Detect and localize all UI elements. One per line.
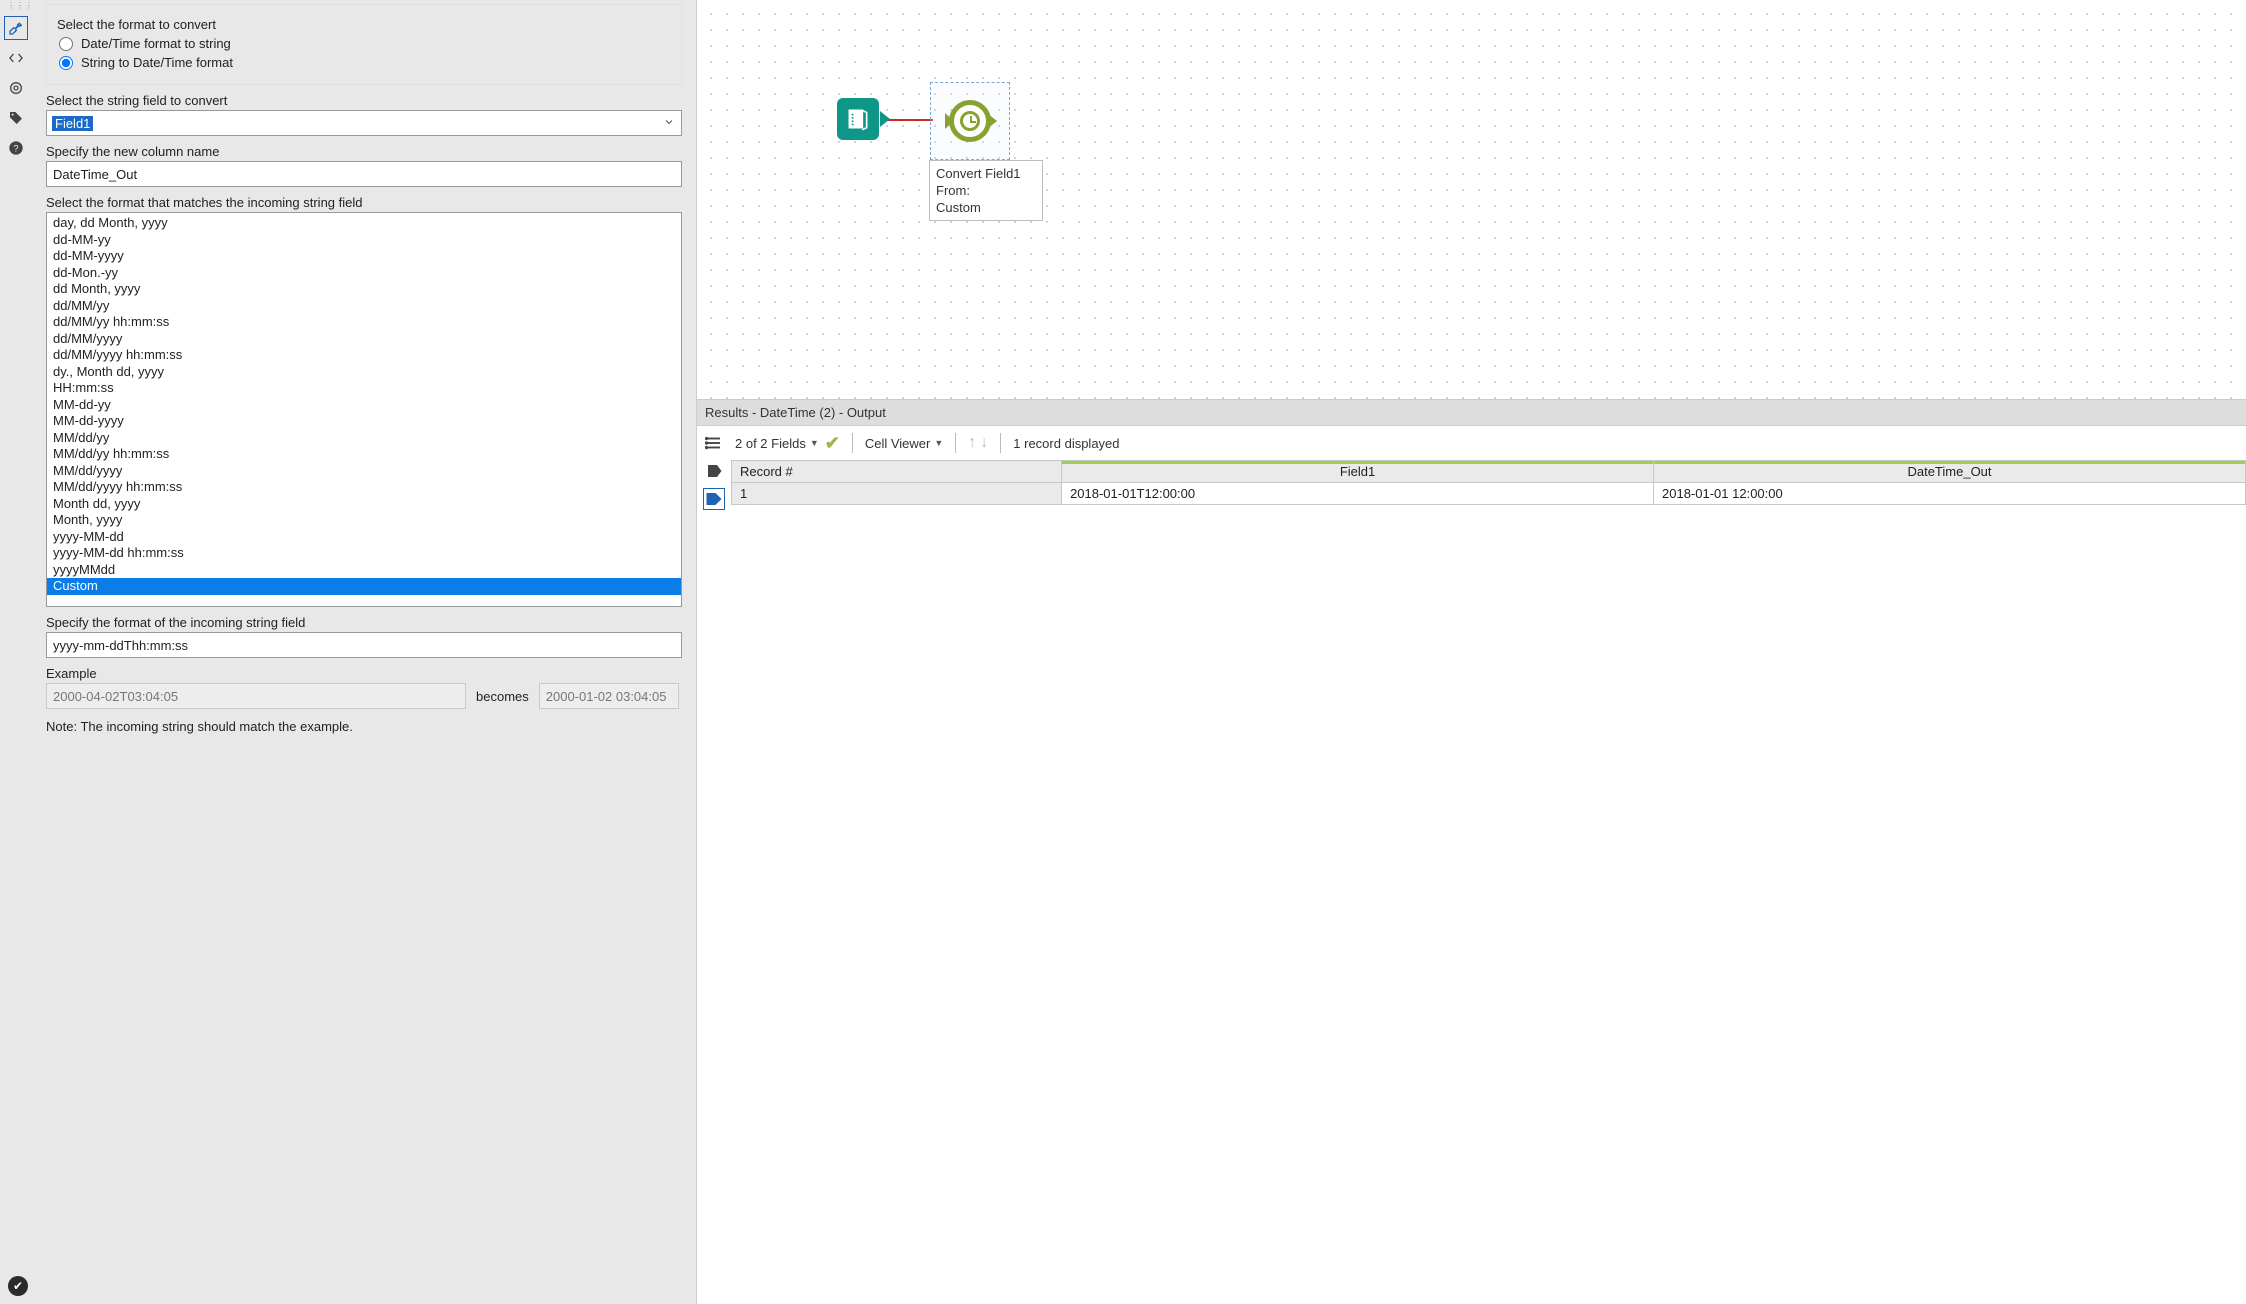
selection-box — [930, 82, 1010, 160]
connection-wire[interactable] — [884, 119, 933, 121]
format-option[interactable]: Month dd, yyyy — [47, 496, 681, 513]
results-table: Record # Field1 DateTime_Out 1 2018-01-0… — [731, 460, 2246, 505]
format-option[interactable]: MM-dd-yyyy — [47, 413, 681, 430]
text-input-tool-icon — [837, 98, 879, 140]
text-input-tool-node[interactable] — [837, 98, 879, 140]
example-output-readonly: 2000-01-02 03:04:05 — [539, 683, 679, 709]
cell-field1: 2018-01-01T12:00:00 — [1062, 483, 1654, 505]
config-icon-rail: ⋮⋮⋮ ? — [0, 0, 32, 1304]
cell-out: 2018-01-01 12:00:00 — [1654, 483, 2246, 505]
format-option[interactable]: dd-MM-yyyy — [47, 248, 681, 265]
results-header: Results - DateTime (2) - Output — [697, 400, 2246, 426]
format-option[interactable]: yyyy-MM-dd hh:mm:ss — [47, 545, 681, 562]
help-icon[interactable]: ? — [4, 136, 28, 160]
col-header-record[interactable]: Record # — [732, 461, 1062, 483]
new-column-input[interactable] — [46, 161, 682, 187]
format-option[interactable]: yyyyMMdd — [47, 562, 681, 579]
radio-string-to-dt-label[interactable]: String to Date/Time format — [81, 55, 233, 70]
output-anchor-icon[interactable] — [880, 111, 890, 127]
select-format-label: Select the format to convert — [57, 17, 671, 32]
cell-viewer-dropdown[interactable]: Cell Viewer ▼ — [865, 436, 943, 451]
caret-down-icon: ▼ — [934, 438, 943, 448]
datetime-tool-icon — [949, 100, 991, 142]
node-annotation-line2: From: — [936, 182, 1036, 199]
messages-icon[interactable] — [703, 432, 725, 454]
format-option[interactable]: dd-Mon.-yy — [47, 265, 681, 282]
field-dropdown[interactable]: Field1 — [46, 110, 682, 136]
format-option[interactable]: MM/dd/yyyy — [47, 463, 681, 480]
xml-icon[interactable] — [4, 46, 28, 70]
format-option[interactable]: Month, yyyy — [47, 512, 681, 529]
status-check-icon[interactable]: ✔ — [8, 1276, 28, 1296]
tag-icon[interactable] — [4, 106, 28, 130]
format-option[interactable]: MM/dd/yy hh:mm:ss — [47, 446, 681, 463]
config-panel: Select the format to convert Date/Time f… — [32, 0, 697, 1304]
example-label: Example — [46, 666, 682, 681]
format-option[interactable]: dd/MM/yy — [47, 298, 681, 315]
radio-dt-to-string[interactable] — [59, 37, 73, 51]
format-listbox[interactable]: day, dd Month, yyyydd-MM-yydd-MM-yyyydd-… — [46, 212, 682, 607]
new-column-label: Specify the new column name — [46, 144, 682, 159]
output-anchor-icon[interactable] — [987, 113, 997, 129]
format-option[interactable]: dd Month, yyyy — [47, 281, 681, 298]
example-input-readonly: 2000-04-02T03:04:05 — [46, 683, 466, 709]
radio-string-to-dt[interactable] — [59, 56, 73, 70]
table-row[interactable]: 1 2018-01-01T12:00:00 2018-01-01 12:00:0… — [732, 483, 2246, 505]
specify-format-label: Specify the format of the incoming strin… — [46, 615, 682, 630]
separator — [1000, 433, 1001, 453]
format-option[interactable]: dd/MM/yy hh:mm:ss — [47, 314, 681, 331]
input-anchor-tab-icon[interactable] — [703, 460, 725, 482]
field-dropdown-value: Field1 — [52, 116, 93, 131]
format-list-label: Select the format that matches the incom… — [46, 195, 682, 210]
svg-text:?: ? — [13, 143, 18, 153]
note-text: Note: The incoming string should match t… — [46, 719, 682, 734]
node-annotation-line1: Convert Field1 — [936, 165, 1036, 182]
check-icon[interactable]: ✔ — [825, 433, 840, 454]
node-annotation[interactable]: Convert Field1 From: Custom — [929, 160, 1043, 221]
format-option[interactable]: MM/dd/yyyy hh:mm:ss — [47, 479, 681, 496]
sort-asc-icon[interactable]: ↑ — [968, 434, 976, 452]
drag-handle-icon[interactable]: ⋮⋮⋮ — [7, 2, 25, 10]
format-option[interactable]: Custom — [47, 578, 681, 595]
radio-dt-to-string-label[interactable]: Date/Time format to string — [81, 36, 231, 51]
records-displayed-text: 1 record displayed — [1013, 436, 1119, 451]
becomes-label: becomes — [476, 689, 529, 704]
target-icon[interactable] — [4, 76, 28, 100]
sort-desc-icon[interactable]: ↓ — [980, 434, 988, 452]
fields-dropdown[interactable]: 2 of 2 Fields ▼ — [735, 436, 819, 451]
format-option[interactable]: MM/dd/yy — [47, 430, 681, 447]
col-header-out[interactable]: DateTime_Out — [1654, 461, 2246, 483]
separator — [955, 433, 956, 453]
fields-count-text: 2 of 2 Fields — [735, 436, 806, 451]
specify-format-input[interactable] — [46, 632, 682, 658]
format-option[interactable]: day, dd Month, yyyy — [47, 215, 681, 232]
results-toolbar: 2 of 2 Fields ▼ ✔ Cell Viewer ▼ ↑ ↓ — [731, 426, 2246, 460]
format-direction-group: Select the format to convert Date/Time f… — [46, 4, 682, 85]
col-header-field1[interactable]: Field1 — [1062, 461, 1654, 483]
output-anchor-tab-icon[interactable] — [703, 488, 725, 510]
results-header-text: Results - DateTime (2) - Output — [705, 405, 886, 420]
input-anchor-icon[interactable] — [945, 113, 954, 129]
caret-down-icon: ▼ — [810, 438, 819, 448]
select-string-field-label: Select the string field to convert — [46, 93, 682, 108]
cell-record-num: 1 — [732, 483, 1062, 505]
workflow-canvas[interactable]: Convert Field1 From: Custom — [697, 0, 2246, 400]
results-area: 2 of 2 Fields ▼ ✔ Cell Viewer ▼ ↑ ↓ — [697, 426, 2246, 1304]
separator — [852, 433, 853, 453]
chevron-down-icon — [663, 116, 675, 131]
format-option[interactable]: yyyy-MM-dd — [47, 529, 681, 546]
format-option[interactable]: MM-dd-yy — [47, 397, 681, 414]
format-option[interactable]: dy., Month dd, yyyy — [47, 364, 681, 381]
format-option[interactable]: HH:mm:ss — [47, 380, 681, 397]
format-option[interactable]: dd/MM/yyyy hh:mm:ss — [47, 347, 681, 364]
cell-viewer-text: Cell Viewer — [865, 436, 931, 451]
node-annotation-line3: Custom — [936, 199, 1036, 216]
datetime-tool-node[interactable] — [930, 82, 1010, 160]
wrench-icon[interactable] — [4, 16, 28, 40]
results-icon-rail — [697, 426, 731, 1304]
format-option[interactable]: dd-MM-yy — [47, 232, 681, 249]
format-option[interactable]: dd/MM/yyyy — [47, 331, 681, 348]
